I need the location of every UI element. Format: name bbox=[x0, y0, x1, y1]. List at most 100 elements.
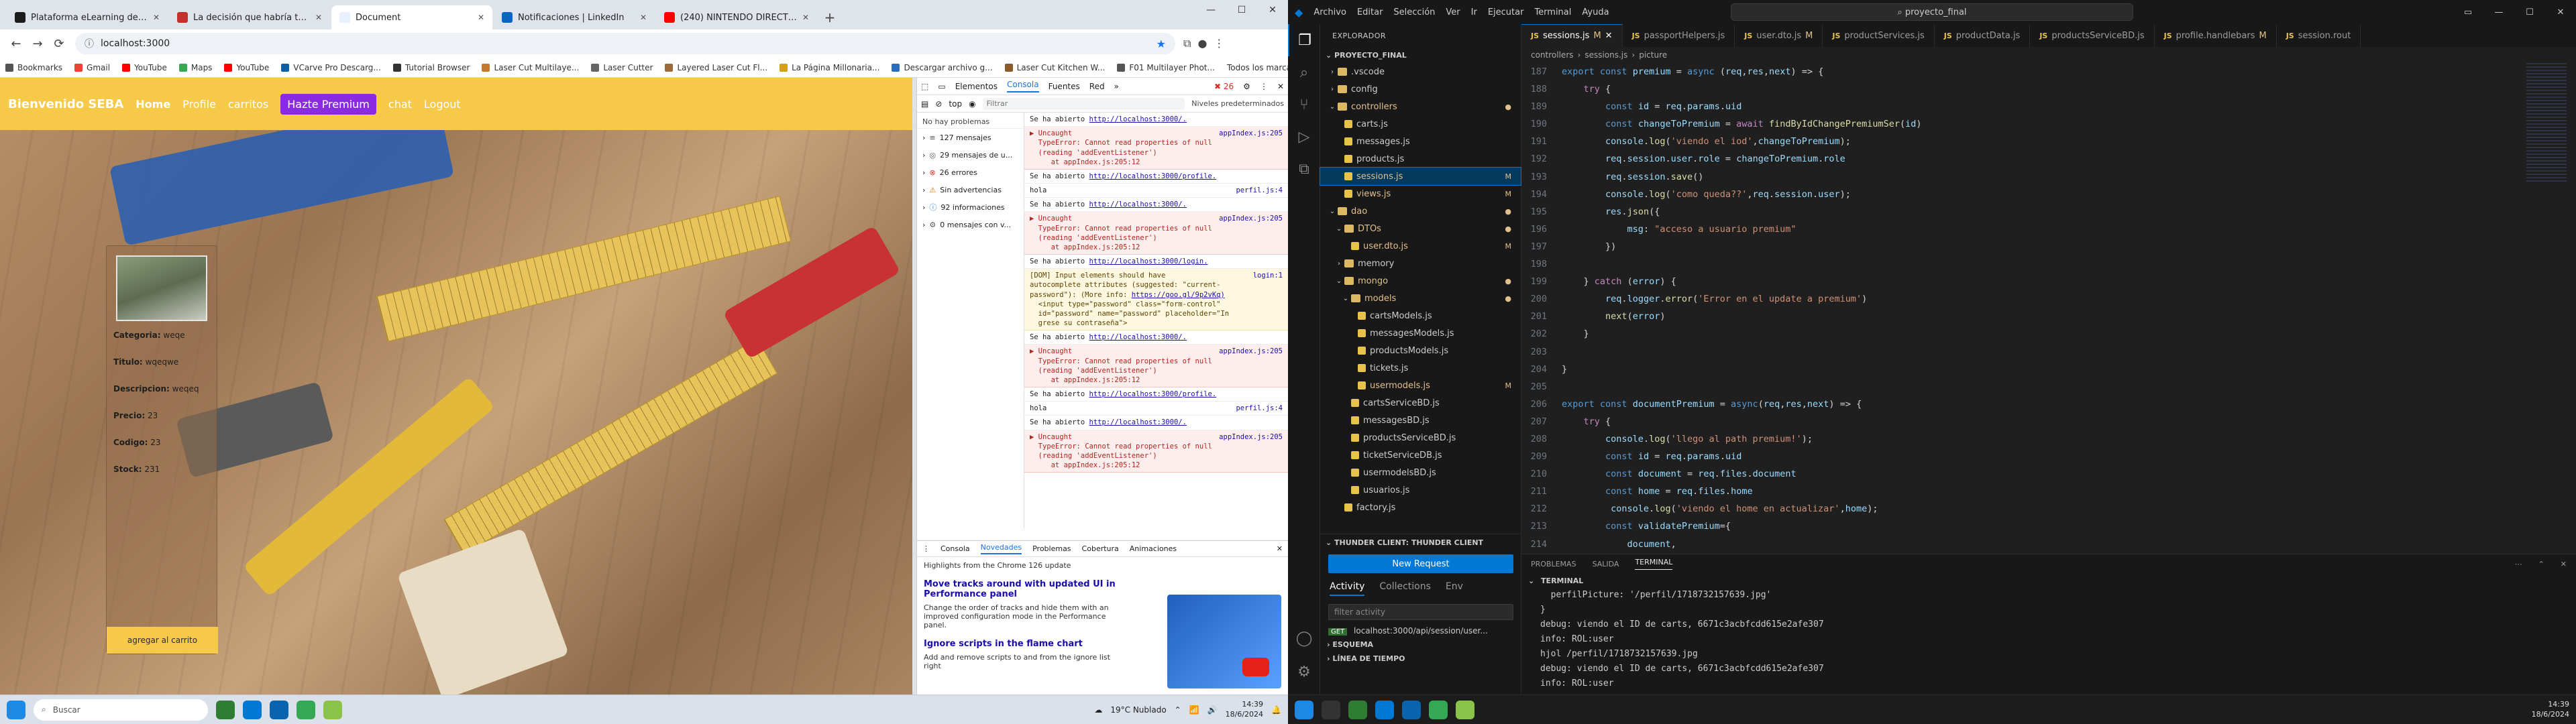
file-item[interactable]: products.js bbox=[1320, 150, 1521, 168]
youtube-play-icon[interactable] bbox=[1242, 658, 1269, 676]
breadcrumb-part[interactable]: controllers bbox=[1531, 50, 1574, 60]
taskbar-clock[interactable]: 14:39 18/6/2024 bbox=[2532, 700, 2569, 719]
activity-request-row[interactable]: GET localhost:3000/api/session/user... bbox=[1320, 624, 1521, 638]
menu-item[interactable]: Terminal bbox=[1534, 7, 1571, 17]
breadcrumb-part[interactable]: sessions.js bbox=[1585, 50, 1627, 60]
code-editor[interactable]: 187 export const premium = async (req,res… bbox=[1521, 63, 2528, 567]
app-icon[interactable] bbox=[216, 700, 235, 719]
close-icon[interactable]: ✕ bbox=[640, 13, 647, 22]
console-sidebar-item[interactable]: › ◎ 29 mensajes de u... bbox=[917, 146, 1024, 164]
thunder-tab-env[interactable]: Env bbox=[1446, 581, 1463, 596]
close-icon[interactable]: ✕ bbox=[1277, 82, 1284, 91]
vscode-icon[interactable] bbox=[1375, 700, 1394, 719]
console-message-source[interactable]: appIndex.js:205 bbox=[1219, 129, 1283, 138]
taskbar-search[interactable]: ⌕ Buscar bbox=[34, 699, 208, 721]
minimap[interactable] bbox=[2526, 63, 2567, 184]
nav-chat[interactable]: chat bbox=[388, 98, 412, 111]
maximize-icon[interactable]: ☐ bbox=[2514, 0, 2545, 24]
tray-overflow-icon[interactable]: ⌃ bbox=[1175, 705, 1181, 715]
terminal-output[interactable]: perfilPicture: '/perfil/1718732157639.jp… bbox=[1521, 588, 2576, 706]
editor-tab[interactable]: JS session.rout bbox=[2277, 24, 2361, 47]
node-icon[interactable] bbox=[323, 700, 342, 719]
folder-item[interactable]: › memory bbox=[1320, 255, 1521, 272]
devtools-tab-sources[interactable]: Fuentes bbox=[1049, 82, 1080, 91]
browser-tab[interactable]: (240) NINTENDO DIRECT JUNIO ✕ bbox=[656, 5, 817, 29]
menu-item[interactable]: Archivo bbox=[1313, 7, 1346, 17]
nav-profile[interactable]: Profile bbox=[182, 98, 216, 111]
panel-tab-output[interactable]: SALIDA bbox=[1593, 560, 1619, 568]
file-item[interactable]: carts.js bbox=[1320, 115, 1521, 133]
bookmark-item[interactable]: Laser Cut Kitchen W... bbox=[1004, 63, 1105, 72]
vscode-icon[interactable] bbox=[243, 700, 262, 719]
browser-tab[interactable]: La decisión que habría tomado ✕ bbox=[169, 5, 330, 29]
outline-section[interactable]: › ESQUEMA bbox=[1320, 638, 1521, 652]
file-item[interactable]: user.dto.js M bbox=[1320, 237, 1521, 255]
device-toggle-icon[interactable]: ▭ bbox=[938, 82, 945, 91]
timeline-section[interactable]: › LÍNEA DE TIEMPO bbox=[1320, 652, 1521, 666]
browser-tab[interactable]: Plataforma eLearning de Coder ✕ bbox=[7, 5, 168, 29]
file-item[interactable]: cartsServiceBD.js bbox=[1320, 394, 1521, 412]
bookmark-item[interactable]: F01 Multilayer Phot... bbox=[1117, 63, 1215, 72]
activity-filter-input[interactable]: filter activity bbox=[1328, 604, 1513, 620]
address-bar[interactable]: ⓘ localhost:3000 ★ bbox=[75, 33, 1175, 54]
bookmark-item[interactable]: VCarve Pro Descarg... bbox=[281, 63, 381, 72]
bookmark-item[interactable]: Laser Cutter bbox=[591, 63, 653, 72]
explorer-icon[interactable]: ❐ bbox=[1288, 24, 1320, 56]
editor-tab[interactable]: JS productsServiceBD.js bbox=[2030, 24, 2155, 47]
menu-item[interactable]: Selección bbox=[1393, 7, 1435, 17]
file-item[interactable]: cartsModels.js bbox=[1320, 307, 1521, 324]
console-sidebar-item[interactable]: › ≡ 127 mensajes bbox=[917, 129, 1024, 146]
console-message-source[interactable]: login:1 bbox=[1253, 271, 1283, 280]
project-root[interactable]: ⌄ PROYECTO_FINAL bbox=[1320, 47, 1521, 63]
folder-item[interactable]: ⌄ models ● bbox=[1320, 290, 1521, 307]
outlook-icon[interactable] bbox=[270, 700, 288, 719]
eye-icon[interactable]: ◉ bbox=[969, 99, 975, 109]
drawer-tab-coverage[interactable]: Cobertura bbox=[1082, 544, 1119, 553]
run-debug-icon[interactable]: ▷ bbox=[1288, 121, 1320, 153]
minimize-icon[interactable]: — bbox=[2483, 0, 2514, 24]
forward-arrow-icon[interactable]: → bbox=[27, 33, 48, 54]
console-sidebar-item[interactable]: › ⚠ Sin advertencias bbox=[917, 181, 1024, 198]
outlook-icon[interactable] bbox=[1402, 700, 1421, 719]
terminal-header[interactable]: ⌄ TERMINAL bbox=[1521, 573, 2576, 588]
nav-hazte-premium[interactable]: Hazte Premium bbox=[280, 93, 376, 115]
folder-item[interactable]: › .vscode bbox=[1320, 63, 1521, 80]
close-icon[interactable]: ✕ bbox=[153, 13, 160, 22]
console-message-source[interactable]: appIndex.js:205 bbox=[1219, 347, 1283, 356]
drawer-tab-animations[interactable]: Animaciones bbox=[1130, 544, 1177, 553]
breadcrumb-part[interactable]: picture bbox=[1639, 50, 1667, 60]
file-item[interactable]: tickets.js bbox=[1320, 359, 1521, 377]
whats-new-heading-1[interactable]: Move tracks around with updated UI in Pe… bbox=[924, 579, 1125, 599]
devtools-tab-elements[interactable]: Elementos bbox=[955, 82, 998, 91]
close-icon[interactable]: ✕ bbox=[2561, 560, 2567, 568]
bookmark-item[interactable]: YouTube bbox=[122, 63, 167, 72]
weather-label[interactable]: 19°C Nublado bbox=[1110, 705, 1166, 715]
menu-item[interactable]: Ejecutar bbox=[1488, 7, 1524, 17]
drawer-tab-whats-new[interactable]: Novedades bbox=[980, 543, 1022, 554]
nav-carritos[interactable]: carritos bbox=[228, 98, 268, 111]
folder-item[interactable]: › config bbox=[1320, 80, 1521, 98]
console-filter-input[interactable]: Filtrar bbox=[982, 97, 1185, 110]
console-sidebar-item[interactable]: › ⊗ 26 errores bbox=[917, 164, 1024, 181]
browser-tab[interactable]: Document ✕ bbox=[331, 5, 492, 29]
context-select[interactable]: top bbox=[949, 99, 962, 109]
wifi-icon[interactable]: 📶 bbox=[1189, 705, 1199, 715]
devtools-tab-network[interactable]: Red bbox=[1089, 82, 1105, 91]
folder-item[interactable]: ⌄ DTOs ● bbox=[1320, 220, 1521, 237]
drawer-tab-console[interactable]: Consola bbox=[941, 544, 970, 553]
console-sidebar-item[interactable]: › ⓘ 92 informaciones bbox=[917, 198, 1024, 216]
chrome-icon[interactable] bbox=[297, 700, 315, 719]
thunder-client-header[interactable]: ⌄ THUNDER CLIENT: THUNDER CLIENT bbox=[1320, 534, 1521, 550]
editor-tab[interactable]: JS passportHelpers.js bbox=[1623, 24, 1735, 47]
drawer-menu-icon[interactable]: ⋮ bbox=[922, 544, 930, 553]
bookmark-item[interactable]: YouTube bbox=[224, 63, 269, 72]
bookmark-item[interactable]: Maps bbox=[178, 63, 212, 72]
file-item[interactable]: usermodels.js M bbox=[1320, 377, 1521, 394]
bookmark-item[interactable]: Laser Cut Multilaye... bbox=[482, 63, 579, 72]
bookmark-item[interactable]: La Página Millonaria... bbox=[780, 63, 879, 72]
file-item[interactable]: usuarios.js bbox=[1320, 481, 1521, 499]
reload-icon[interactable]: ⟳ bbox=[48, 33, 70, 54]
search-icon[interactable]: ⌕ bbox=[1288, 56, 1320, 88]
close-icon[interactable]: ✕ bbox=[2545, 0, 2576, 24]
log-levels-select[interactable]: Niveles predeterminados bbox=[1191, 99, 1284, 108]
